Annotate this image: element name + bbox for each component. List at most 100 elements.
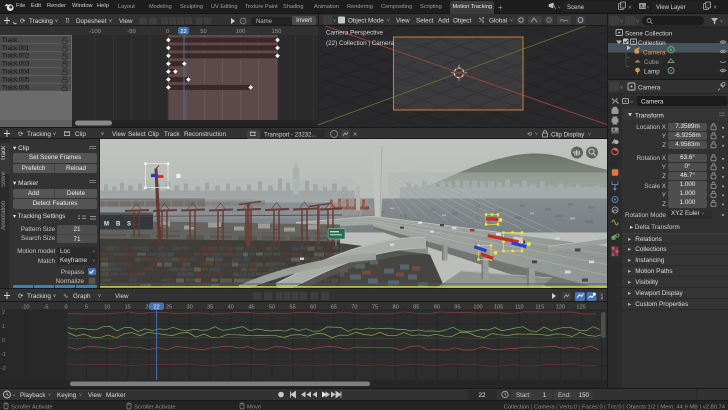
- svg-text:Marker: Marker: [106, 392, 126, 399]
- svg-text:Camera Perspective: Camera Perspective: [326, 30, 384, 37]
- svg-text:˅: ˅: [53, 293, 56, 299]
- svg-text:-5: -5: [44, 304, 49, 310]
- svg-text:Track.006: Track.006: [2, 84, 30, 91]
- svg-text:100: 100: [473, 304, 482, 310]
- svg-text:115: 115: [535, 304, 544, 310]
- svg-text:∿: ∿: [63, 293, 68, 300]
- svg-text:˅: ˅: [101, 131, 104, 137]
- svg-text:1: 1: [543, 392, 547, 399]
- svg-text:˅: ˅: [53, 131, 56, 137]
- svg-text:⟲: ⟲: [527, 132, 532, 138]
- svg-text:Graph: Graph: [73, 293, 91, 300]
- svg-text:🎞: 🎞: [249, 131, 257, 138]
- svg-text:×: ×: [628, 5, 632, 12]
- svg-text:Object: Object: [453, 17, 471, 24]
- svg-text:120: 120: [556, 304, 565, 310]
- svg-text:×: ×: [713, 5, 717, 12]
- svg-text:˅: ˅: [636, 19, 639, 25]
- svg-text:-50: -50: [127, 29, 135, 35]
- svg-text:-2: -2: [1, 366, 6, 372]
- svg-text:˅: ˅: [48, 393, 51, 399]
- svg-text:90: 90: [434, 304, 440, 310]
- svg-text:Tracking: Tracking: [29, 18, 53, 25]
- svg-text:Reconstruction: Reconstruction: [184, 131, 226, 138]
- svg-text:Object Mode: Object Mode: [348, 17, 384, 24]
- svg-text:View: View: [112, 131, 126, 138]
- svg-text:Clip: Clip: [148, 131, 159, 138]
- svg-text:Transform: Transform: [635, 113, 664, 120]
- svg-text:Select: Select: [128, 131, 146, 138]
- svg-text:55: 55: [289, 304, 295, 310]
- svg-text:Track.005: Track.005: [2, 76, 30, 83]
- svg-text:70: 70: [351, 304, 357, 310]
- svg-text:˅: ˅: [647, 5, 650, 10]
- svg-text:View: View: [115, 293, 129, 300]
- svg-text:Scene: Scene: [567, 5, 585, 11]
- svg-text:-100: -100: [89, 29, 101, 35]
- svg-text:Transport - 23232...: Transport - 23232...: [264, 132, 317, 138]
- svg-text:Lamp: Lamp: [644, 69, 660, 76]
- svg-text:Track: Track: [2, 37, 18, 44]
- svg-text:˅: ˅: [333, 18, 336, 24]
- svg-text:Dopesheet: Dopesheet: [76, 18, 107, 25]
- svg-text:Track.002: Track.002: [2, 53, 30, 60]
- svg-text:0: 0: [2, 338, 5, 344]
- svg-text:View: View: [396, 17, 410, 24]
- svg-text:110: 110: [515, 304, 524, 310]
- svg-text:-1: -1: [1, 352, 6, 358]
- svg-text:Track: Track: [164, 131, 180, 138]
- svg-text:Start:: Start:: [516, 392, 531, 399]
- svg-text:˅: ˅: [79, 393, 82, 399]
- svg-text:×: ×: [353, 131, 357, 138]
- svg-text:˅: ˅: [109, 18, 112, 24]
- svg-text:Track.003: Track.003: [2, 61, 30, 68]
- svg-text:⟳: ⟳: [18, 131, 23, 138]
- svg-text:View: View: [119, 18, 133, 25]
- svg-text:Clip: Clip: [75, 131, 86, 138]
- svg-text:50: 50: [200, 29, 206, 35]
- svg-text:150: 150: [579, 392, 590, 399]
- svg-text:0: 0: [166, 29, 169, 35]
- svg-text:Camera: Camera: [641, 98, 664, 105]
- svg-text:Camera: Camera: [638, 85, 661, 92]
- svg-text:Global: Global: [489, 17, 507, 24]
- svg-text:˅: ˅: [620, 85, 623, 91]
- svg-text:˅: ˅: [55, 18, 58, 24]
- svg-text:45: 45: [248, 304, 254, 310]
- svg-text:25: 25: [166, 304, 172, 310]
- svg-text:2: 2: [2, 310, 5, 316]
- svg-text:(22) Collection | Camera: (22) Collection | Camera: [326, 40, 395, 47]
- svg-text:˅: ˅: [13, 393, 16, 398]
- svg-text:Clip Display: Clip Display: [551, 131, 585, 138]
- svg-text:˅: ˅: [510, 18, 513, 24]
- svg-text:0: 0: [64, 304, 67, 310]
- svg-text:1: 1: [2, 324, 5, 330]
- svg-text:60: 60: [310, 304, 316, 310]
- svg-text:22: 22: [478, 392, 486, 399]
- svg-text:Select: Select: [416, 17, 434, 24]
- svg-text:˅: ˅: [98, 293, 101, 299]
- svg-text:˅: ˅: [588, 131, 591, 137]
- svg-text:Scene Collection: Scene Collection: [625, 31, 673, 38]
- svg-text:🎞: 🎞: [63, 131, 71, 138]
- svg-text:˅: ˅: [620, 19, 623, 25]
- svg-text:105: 105: [494, 304, 503, 310]
- svg-text:Camera: Camera: [643, 50, 666, 57]
- svg-text:Keying: Keying: [57, 392, 77, 399]
- svg-text:˅: ˅: [720, 19, 723, 25]
- svg-text:Collection: Collection: [638, 40, 666, 47]
- svg-text:˅: ˅: [535, 131, 538, 137]
- svg-text:85: 85: [413, 304, 419, 310]
- svg-text:Track.001: Track.001: [2, 45, 30, 52]
- svg-text:125: 125: [576, 304, 585, 310]
- svg-text:˅: ˅: [387, 18, 390, 24]
- svg-text:80: 80: [392, 304, 398, 310]
- svg-text:Track.004: Track.004: [2, 69, 30, 76]
- svg-text:Scroller Activate: Scroller Activate: [134, 404, 176, 410]
- svg-text:-10: -10: [21, 304, 29, 310]
- svg-text:50: 50: [269, 304, 275, 310]
- svg-text:Tracking: Tracking: [27, 131, 51, 138]
- svg-text:View Layer: View Layer: [656, 5, 686, 11]
- svg-text:Cube: Cube: [644, 59, 660, 66]
- svg-text:35: 35: [207, 304, 213, 310]
